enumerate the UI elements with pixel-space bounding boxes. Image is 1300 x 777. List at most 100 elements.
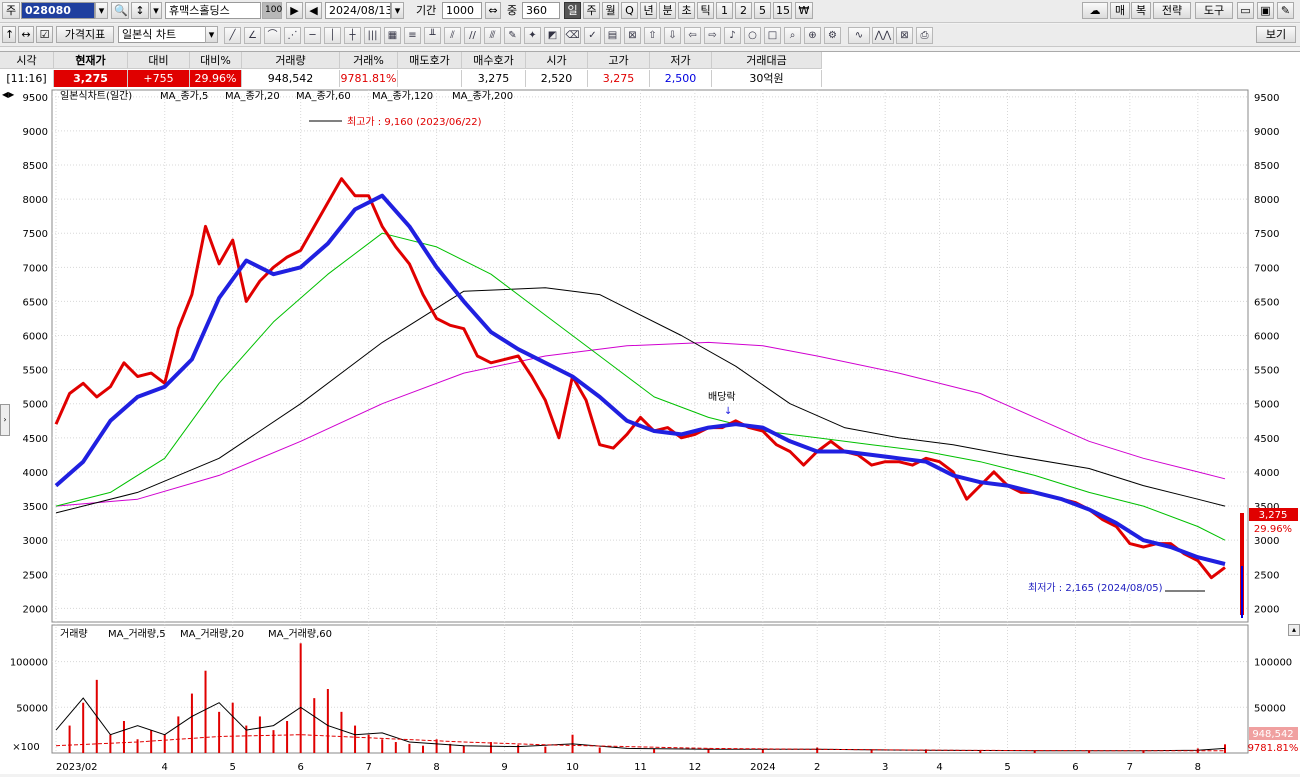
collapse-panel-icon[interactable]: › xyxy=(0,404,10,436)
stock-name-field[interactable]: 휴맥스홀딩스 xyxy=(165,2,261,19)
checklist-icon[interactable]: ☑ xyxy=(36,26,53,43)
y-tick-left: 5000 xyxy=(23,400,48,411)
strategy-button[interactable]: 전략 xyxy=(1153,2,1191,19)
interval-day-button[interactable]: 일 xyxy=(564,2,581,19)
market-type-button[interactable]: 주 xyxy=(2,2,20,19)
wrench-icon[interactable]: ✎ xyxy=(1277,2,1294,19)
up-arrow-icon[interactable]: ↑ xyxy=(2,26,16,43)
x-tick-label: 5 xyxy=(230,762,236,773)
circle-icon[interactable]: ○ xyxy=(744,27,761,44)
rectangle-icon[interactable]: □ xyxy=(764,27,781,44)
volume-bar xyxy=(422,745,425,753)
sort-dropdown-icon[interactable]: ▾ xyxy=(150,2,162,19)
channel-icon[interactable]: ⫽ xyxy=(444,27,461,44)
arrow-left-icon[interactable]: ⇦ xyxy=(684,27,701,44)
period-input[interactable]: 1000 xyxy=(442,2,482,19)
edit-check-icon[interactable]: ✓ xyxy=(584,27,601,44)
text-box-icon[interactable]: ▤ xyxy=(604,27,621,44)
price-indicator-button[interactable]: 가격지표 xyxy=(56,26,114,43)
zoom-area-icon[interactable]: ⌕ xyxy=(784,27,801,44)
overlap-input[interactable]: 360 xyxy=(522,2,560,19)
horizontal-arrows-icon[interactable]: ↔ xyxy=(18,26,34,43)
eraser-icon[interactable]: ⌫ xyxy=(564,27,581,44)
x-tick-label: 10 xyxy=(566,762,579,773)
horizontal-line-icon[interactable]: ─ xyxy=(304,27,321,44)
zoom-icon[interactable]: ⇔ xyxy=(485,2,501,19)
volume-pct-badge: 9781.81% xyxy=(1248,743,1299,754)
chart-type-select[interactable]: 일본식 차트 xyxy=(118,26,206,43)
scroll-left-icon[interactable]: ◀▶ xyxy=(2,90,14,100)
interval-5-button[interactable]: 5 xyxy=(754,2,771,19)
zoom-in-icon[interactable]: ⊕ xyxy=(804,27,821,44)
search-icon[interactable]: 🔍 xyxy=(111,2,129,19)
interval-1-button[interactable]: 1 xyxy=(716,2,733,19)
date-input[interactable]: 2024/08/13 xyxy=(325,2,391,19)
grid-table-icon[interactable]: ▦ xyxy=(384,27,401,44)
interval-2-button[interactable]: 2 xyxy=(735,2,752,19)
cycle-lines-icon[interactable]: ||| xyxy=(364,27,381,44)
wave-icon[interactable]: ∿ xyxy=(848,27,870,44)
parallel-lines-icon[interactable]: // xyxy=(464,27,481,44)
compound-button[interactable]: 복 xyxy=(1131,2,1151,19)
interval-minute-button[interactable]: 분 xyxy=(659,2,676,19)
cloud-icon[interactable]: ☁ xyxy=(1082,2,1108,19)
price-pane[interactable] xyxy=(51,89,1249,623)
folder-icon[interactable]: ▭ xyxy=(1237,2,1254,19)
arc-icon[interactable]: ⌒ xyxy=(264,27,281,44)
interval-year-button[interactable]: 년 xyxy=(640,2,657,19)
multi-lines-icon[interactable]: ⫻ xyxy=(484,27,501,44)
color-fill-icon[interactable]: ◩ xyxy=(544,27,561,44)
trade-button[interactable]: 매 xyxy=(1110,2,1130,19)
magic-wand-icon[interactable]: ✦ xyxy=(524,27,541,44)
tools-button[interactable]: 도구 xyxy=(1195,2,1233,19)
fan-line-icon[interactable]: ⋰ xyxy=(284,27,301,44)
low-annotation: 최저가 : 2,165 (2024/08/05) xyxy=(1028,582,1163,594)
interval-quarter-button[interactable]: Q xyxy=(621,2,638,19)
arrow-down-icon[interactable]: ⇩ xyxy=(664,27,681,44)
arrow-up-icon[interactable]: ⇧ xyxy=(644,27,661,44)
interval-second-button[interactable]: 초 xyxy=(678,2,695,19)
chart-area[interactable]: 2000 2000 2500 2500 3000 3000 3500 3500 4000 4000… xyxy=(0,88,1300,774)
x-tick-label: 2023/02 xyxy=(56,762,98,773)
quote-header-low: 저가 xyxy=(650,52,712,69)
view-button[interactable]: 보기 xyxy=(1256,26,1296,43)
cross-line-icon[interactable]: ┼ xyxy=(344,27,361,44)
arrow-right-icon[interactable]: ⇨ xyxy=(704,27,721,44)
chart-type-dropdown-icon[interactable]: ▾ xyxy=(205,26,218,43)
angle-line-icon[interactable]: ∠ xyxy=(244,27,261,44)
x-tick-label: 5 xyxy=(1004,762,1010,773)
print-icon[interactable]: ⎙ xyxy=(916,27,933,44)
currency-button[interactable]: ₩ xyxy=(795,2,813,19)
code-dropdown-icon[interactable]: ▾ xyxy=(95,2,108,19)
volume-bar xyxy=(544,746,547,753)
pencil-icon[interactable]: ✎ xyxy=(504,27,521,44)
vertical-line-icon[interactable]: │ xyxy=(324,27,341,44)
save-icon[interactable]: ▣ xyxy=(1257,2,1274,19)
settings-icon[interactable]: ⚙ xyxy=(824,27,841,44)
fibonacci-icon[interactable]: ≡ xyxy=(404,27,421,44)
prev-arrow-icon[interactable]: ◀ xyxy=(305,2,322,19)
interval-week-button[interactable]: 주 xyxy=(583,2,600,19)
close-box-icon[interactable]: ⊠ xyxy=(896,27,913,44)
pane-scroll-icon[interactable]: ▴ xyxy=(1288,624,1300,636)
volume-pane[interactable] xyxy=(51,624,1249,754)
x-tick-label: 4 xyxy=(162,762,168,773)
interval-15-button[interactable]: 15 xyxy=(773,2,792,19)
fit-icon[interactable]: ⊠ xyxy=(624,27,641,44)
pct-badge: 29.96% xyxy=(1254,524,1292,535)
volume-badge: 948,542 xyxy=(1252,729,1293,740)
date-dropdown-icon[interactable]: ▾ xyxy=(391,2,404,19)
interval-month-button[interactable]: 월 xyxy=(602,2,619,19)
legend-ma20: MA_종가,20 xyxy=(225,90,280,102)
next-arrow-icon[interactable]: ▶ xyxy=(286,2,303,19)
volume-tick-right: 50000 xyxy=(1254,703,1286,714)
bars-icon[interactable]: ╨ xyxy=(424,27,441,44)
note-icon[interactable]: ♪ xyxy=(724,27,741,44)
price-volume-chart[interactable]: 2000 20002500 25003000 30003500 35004000 4000… xyxy=(0,88,1300,774)
pattern-icon[interactable]: ⋀⋀ xyxy=(872,27,894,44)
x-tick-label: 2024 xyxy=(750,762,775,773)
sort-icon[interactable]: ↕ xyxy=(131,2,149,19)
trendline-icon[interactable]: ╱ xyxy=(224,27,241,44)
stock-code-input[interactable]: 028080 xyxy=(21,2,95,19)
interval-tick-button[interactable]: 틱 xyxy=(697,2,714,19)
